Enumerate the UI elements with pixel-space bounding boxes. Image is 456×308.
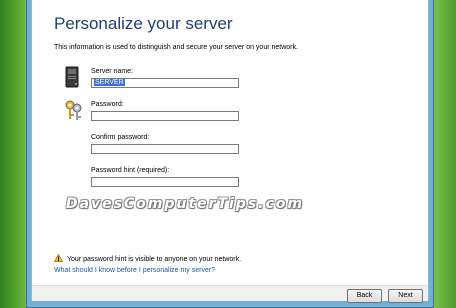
setup-dialog: Personalize your server This information… (31, 0, 429, 303)
server-name-label: Server name: (91, 68, 134, 75)
password-hint-input[interactable] (91, 177, 239, 187)
hint-warning: Your password hint is visible to anyone … (53, 253, 242, 264)
help-link[interactable]: What should I know before I personalize … (54, 267, 215, 274)
warning-text: Your password hint is visible to anyone … (67, 255, 242, 263)
confirm-password-label: Confirm password: (91, 134, 150, 141)
password-label: Password: (91, 101, 124, 108)
back-button[interactable]: Back (347, 289, 382, 303)
page-title: Personalize your server (54, 14, 233, 33)
confirm-password-input[interactable] (91, 144, 239, 154)
server-icon (64, 66, 80, 93)
warning-icon (53, 253, 64, 264)
intro-text: This information is used to distinguish … (54, 44, 298, 51)
server-name-input[interactable]: SERVER (91, 78, 239, 88)
keys-icon (64, 99, 84, 126)
server-name-value: SERVER (94, 79, 125, 86)
password-input[interactable] (91, 111, 239, 121)
password-hint-label: Password hint (required): (91, 167, 170, 174)
watermark: DavesComputerTips.com (66, 196, 305, 212)
next-button[interactable]: Next (388, 289, 423, 303)
